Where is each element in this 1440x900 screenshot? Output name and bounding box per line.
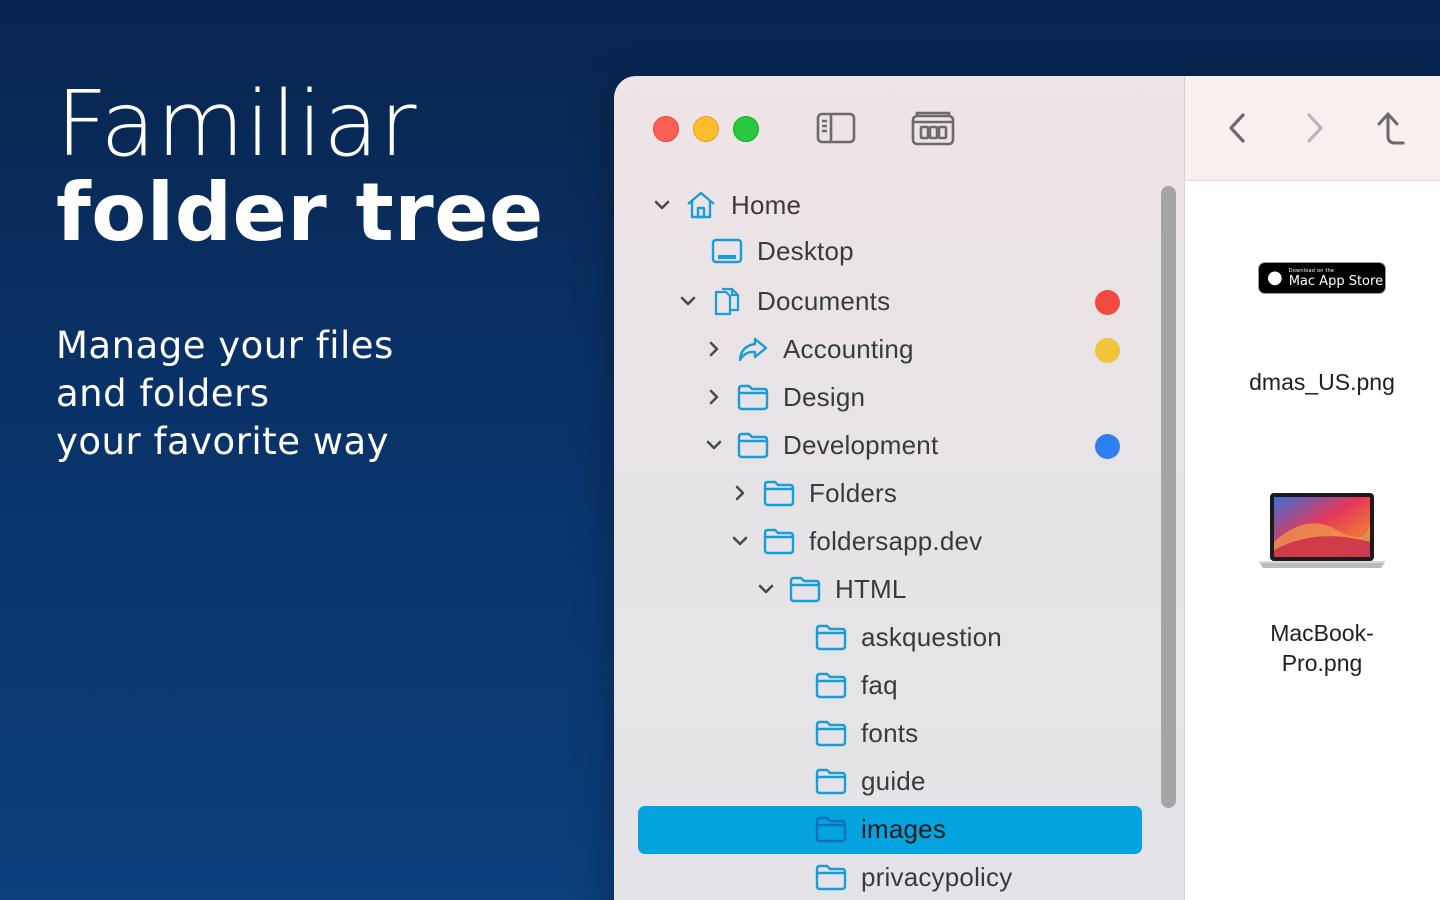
file-name-line-1: MacBook- bbox=[1270, 620, 1374, 646]
tree-row-label: fonts bbox=[861, 718, 919, 748]
file-browser: ● Download on the Mac App Store dmas_US.… bbox=[1185, 76, 1440, 900]
badge-title: Mac App Store bbox=[1288, 273, 1384, 289]
color-tag-dot bbox=[1095, 434, 1120, 459]
zoom-window-button[interactable] bbox=[733, 116, 759, 142]
chevron-down-icon[interactable] bbox=[704, 435, 724, 455]
tree-row-label: images bbox=[861, 814, 947, 844]
forward-button[interactable] bbox=[1295, 106, 1335, 150]
tree-row-accounting[interactable]: Accounting bbox=[614, 325, 1154, 373]
tree-row-label: Desktop bbox=[757, 236, 854, 266]
badge-caption: Download on the bbox=[1288, 267, 1335, 274]
hero-subtitle: Manage your files and folders your favor… bbox=[56, 322, 556, 466]
tree-row-fonts[interactable]: fonts bbox=[614, 709, 1154, 757]
folder-icon bbox=[814, 718, 848, 748]
app-window: Home Desktop Documents Accounting Design Deve… bbox=[614, 76, 1440, 900]
tree-row-label: Home bbox=[731, 190, 802, 220]
content-toolbar bbox=[1185, 76, 1440, 181]
chevron-right-icon[interactable] bbox=[704, 339, 724, 359]
sidebar-icon bbox=[816, 112, 856, 144]
tab-overview-button[interactable] bbox=[910, 108, 956, 148]
tree-row-label: foldersapp.dev bbox=[809, 526, 983, 556]
color-tag-dot bbox=[1095, 290, 1120, 315]
subtitle-line-3: your favorite way bbox=[56, 420, 390, 463]
headline-line-2: folder tree bbox=[56, 166, 544, 259]
house-icon bbox=[684, 190, 718, 220]
tree-row-label: guide bbox=[861, 766, 926, 796]
tree-row-label: faq bbox=[861, 670, 898, 700]
tree-row-privacypolicy[interactable]: privacypolicy bbox=[614, 853, 1154, 900]
folder-icon bbox=[814, 622, 848, 652]
folder-icon bbox=[814, 670, 848, 700]
tree-row-documents[interactable]: Documents bbox=[614, 277, 1154, 325]
sidebar-toggle-button[interactable] bbox=[814, 108, 858, 148]
chevron-left-icon bbox=[1229, 113, 1245, 143]
enclosing-folder-button[interactable] bbox=[1371, 106, 1411, 150]
shared-folder-icon bbox=[736, 334, 770, 364]
tree-row-development[interactable]: Development bbox=[614, 421, 1154, 469]
chevron-down-icon[interactable] bbox=[756, 579, 776, 599]
sidebar: Home Desktop Documents Accounting Design Deve… bbox=[614, 76, 1185, 900]
folder-icon bbox=[814, 766, 848, 796]
tree-row-images[interactable]: images bbox=[614, 805, 1154, 854]
file-name[interactable]: MacBook- Pro.png bbox=[1207, 618, 1437, 678]
tree-row-label: Accounting bbox=[783, 334, 914, 364]
chevron-down-icon[interactable] bbox=[730, 531, 750, 551]
headline-line-1: Familiar bbox=[56, 72, 418, 177]
subtitle-line-1: Manage your files bbox=[56, 324, 394, 367]
tree-row-faq[interactable]: faq bbox=[614, 661, 1154, 709]
folder-icon bbox=[762, 526, 796, 556]
tree-row-desktop[interactable]: Desktop bbox=[614, 227, 1154, 275]
tree-row-design[interactable]: Design bbox=[614, 373, 1154, 421]
tree-row-label: Documents bbox=[757, 286, 891, 316]
tree-row-label: askquestion bbox=[861, 622, 1002, 652]
file-name[interactable]: dmas_US.png bbox=[1207, 367, 1437, 397]
chevron-down-icon[interactable] bbox=[652, 195, 672, 215]
file-name-line-2: Pro.png bbox=[1281, 650, 1363, 676]
documents-icon bbox=[710, 286, 744, 316]
close-window-button[interactable] bbox=[653, 116, 679, 142]
folder-icon bbox=[762, 478, 796, 508]
apple-logo-icon: ● bbox=[1267, 267, 1283, 288]
color-tag-dot bbox=[1095, 338, 1120, 363]
folder-icon bbox=[788, 574, 822, 604]
subtitle-line-2: and folders bbox=[56, 372, 270, 415]
minimize-window-button[interactable] bbox=[693, 116, 719, 142]
tree-row-label: Design bbox=[783, 382, 866, 412]
folder-icon bbox=[736, 430, 770, 460]
mac-app-store-badge[interactable]: ● Download on the Mac App Store bbox=[1258, 262, 1386, 294]
chevron-down-icon[interactable] bbox=[678, 291, 698, 311]
tree-row-html[interactable]: HTML bbox=[614, 565, 1154, 613]
tree-row-label: privacypolicy bbox=[861, 862, 1013, 892]
tree-row-foldersapp-dev[interactable]: foldersapp.dev bbox=[614, 517, 1154, 565]
chevron-right-icon[interactable] bbox=[704, 387, 724, 407]
folder-icon bbox=[736, 382, 770, 412]
macbook-pro-image[interactable] bbox=[1257, 492, 1387, 570]
tree-row-home[interactable]: Home bbox=[614, 181, 1154, 229]
tree-row-askquestion[interactable]: askquestion bbox=[614, 613, 1154, 661]
tree-row-label: HTML bbox=[835, 574, 907, 604]
hero-headline: Familiar folder tree bbox=[56, 72, 596, 259]
folder-icon bbox=[814, 862, 848, 892]
arrow-up-icon bbox=[1377, 112, 1405, 145]
back-button[interactable] bbox=[1217, 106, 1257, 150]
chevron-right-icon[interactable] bbox=[730, 483, 750, 503]
tree-row-label: Folders bbox=[809, 478, 898, 508]
tabs-overview-icon bbox=[911, 111, 955, 146]
chevron-right-icon bbox=[1307, 113, 1323, 143]
tree-row-label: Development bbox=[783, 430, 939, 460]
tree-row-guide[interactable]: guide bbox=[614, 757, 1154, 805]
desktop-icon bbox=[710, 236, 744, 266]
tree-row-folders[interactable]: Folders bbox=[614, 469, 1154, 517]
sidebar-scrollbar[interactable] bbox=[1161, 186, 1176, 808]
folder-icon bbox=[814, 814, 848, 844]
